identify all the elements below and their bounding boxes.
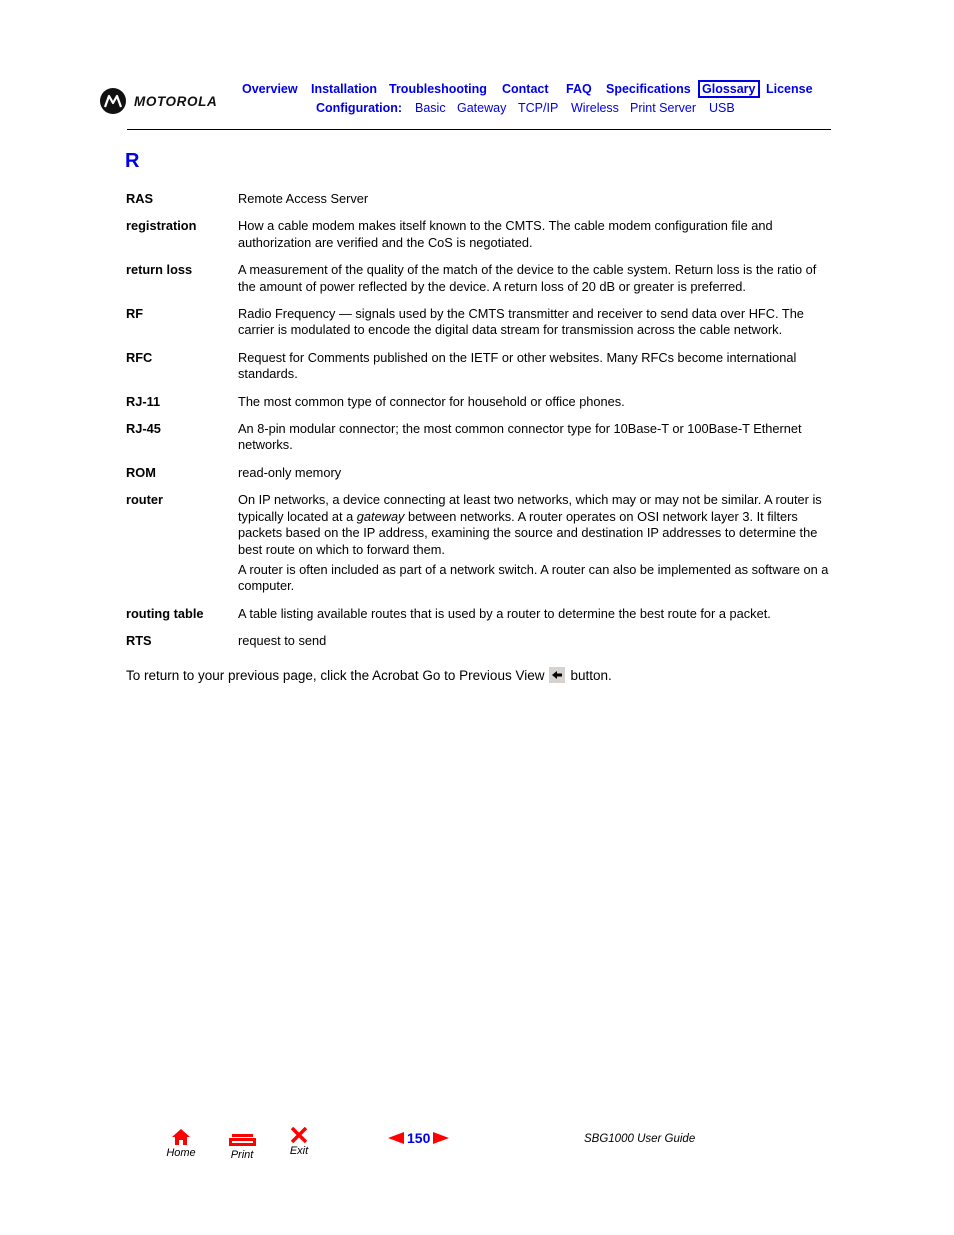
page-number: 150	[407, 1130, 431, 1146]
glossary-definition: Request for Comments published on the IE…	[238, 349, 797, 382]
nav-license[interactable]: License	[766, 82, 813, 96]
glossary-term: RJ-11	[126, 393, 161, 409]
glossary-definition: A table listing available routes that is…	[238, 605, 771, 621]
nav-specifications[interactable]: Specifications	[606, 82, 691, 96]
logo-wordmark: MOTOROLA	[134, 93, 218, 109]
nav-gateway[interactable]: Gateway	[457, 101, 506, 115]
glossary-entry: RFC Request for Comments published on th…	[126, 350, 832, 383]
glossary-definition: How a cable modem makes itself known to …	[238, 218, 773, 250]
motorola-batwing-icon	[100, 88, 126, 114]
return-instruction: To return to your previous page, click t…	[126, 667, 612, 683]
glossary-entry: RJ-11 The most common type of connector …	[126, 394, 832, 410]
glossary-definition: A measurement of the quality of the matc…	[238, 262, 817, 294]
glossary-term: routing table	[126, 605, 204, 621]
nav-wireless[interactable]: Wireless	[571, 101, 619, 115]
nav-usb[interactable]: USB	[709, 101, 735, 115]
glossary-definition: Radio Frequency — signals used by the CM…	[238, 306, 804, 338]
glossary-term: router	[126, 492, 163, 508]
nav-contact[interactable]: Contact	[502, 82, 549, 96]
glossary-entry: RF Radio Frequency — signals used by the…	[126, 306, 832, 339]
glossary-list: RAS Remote Access Server registration Ho…	[126, 191, 832, 661]
nav-basic[interactable]: Basic	[415, 101, 446, 115]
header-divider	[127, 129, 831, 130]
printer-icon	[228, 1134, 256, 1146]
configuration-label: Configuration:	[316, 101, 403, 115]
nav-overview[interactable]: Overview	[242, 82, 298, 96]
section-heading: R	[125, 150, 140, 172]
nav-print-server[interactable]: Print Server	[630, 101, 696, 115]
exit-button[interactable]: Exit	[286, 1126, 312, 1157]
glossary-entry: ROM read-only memory	[126, 465, 832, 481]
glossary-entry: routing table A table listing available …	[126, 606, 832, 622]
glossary-entry: return loss A measurement of the quality…	[126, 262, 832, 295]
glossary-term: RTS	[126, 633, 152, 649]
guide-title: SBG1000 User Guide	[584, 1133, 696, 1145]
glossary-term: registration	[126, 218, 197, 234]
glossary-definition: request to send	[238, 633, 327, 649]
glossary-term: RFC	[126, 349, 153, 365]
nav-faq[interactable]: FAQ	[566, 82, 592, 96]
nav-installation[interactable]: Installation	[311, 82, 377, 96]
back-arrow-icon	[549, 667, 566, 683]
glossary-entry: RTS request to send	[126, 633, 832, 649]
previous-page-icon[interactable]	[388, 1132, 404, 1144]
page-navigation: 150	[388, 1130, 450, 1146]
glossary-term: return loss	[126, 262, 193, 278]
glossary-definition: Remote Access Server	[238, 191, 369, 206]
glossary-definition: A router is often included as part of a …	[238, 561, 829, 594]
nav-tcpip[interactable]: TCP/IP	[518, 101, 558, 115]
glossary-definition: An 8-pin modular connector; the most com…	[238, 421, 802, 453]
glossary-definition: On IP networks, a device connecting at l…	[238, 492, 822, 557]
motorola-logo: MOTOROLA	[100, 88, 217, 114]
home-icon	[172, 1129, 190, 1145]
home-button[interactable]: Home	[164, 1129, 198, 1159]
glossary-entry: router On IP networks, a device connecti…	[126, 492, 832, 594]
close-icon	[290, 1126, 308, 1144]
glossary-term: ROM	[126, 464, 156, 480]
next-page-icon[interactable]	[433, 1132, 450, 1144]
gateway-reference: gateway	[356, 508, 405, 524]
glossary-entry: RJ-45 An 8-pin modular connector; the mo…	[126, 421, 832, 454]
glossary-term: RAS	[126, 191, 154, 206]
glossary-definition: read-only memory	[238, 464, 342, 480]
print-button[interactable]: Print	[226, 1133, 258, 1161]
glossary-entry: registration How a cable modem makes its…	[126, 218, 832, 251]
glossary-term: RJ-45	[126, 421, 161, 437]
glossary-term: RF	[126, 306, 144, 322]
nav-glossary[interactable]: Glossary	[698, 80, 760, 98]
nav-troubleshooting[interactable]: Troubleshooting	[389, 82, 487, 96]
glossary-entry: RAS Remote Access Server	[126, 191, 832, 207]
glossary-definition: The most common type of connector for ho…	[238, 393, 625, 409]
